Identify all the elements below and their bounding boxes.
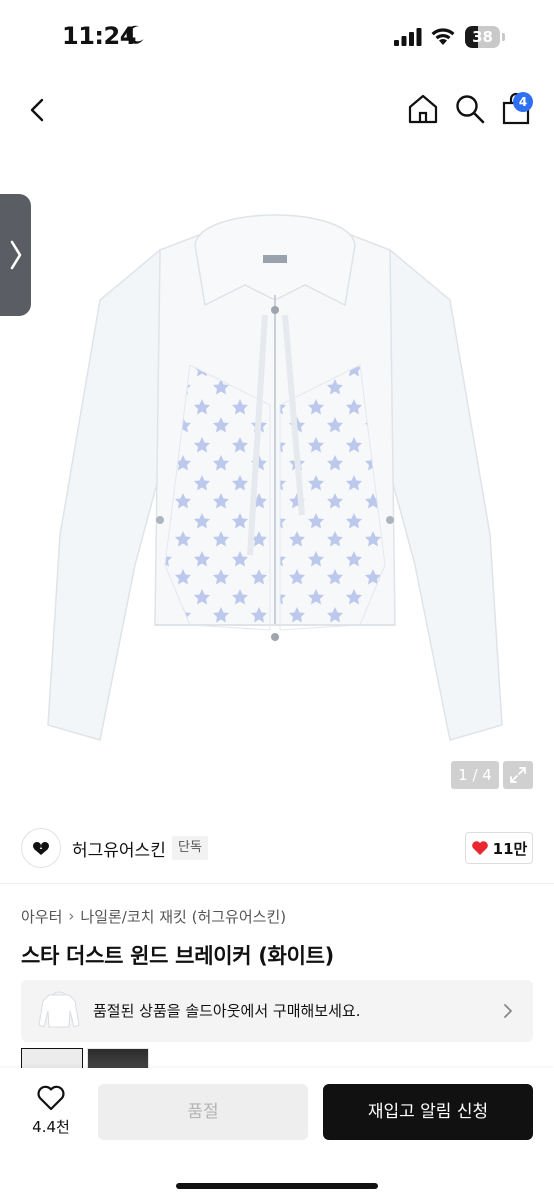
battery-level: 38 (472, 28, 493, 46)
color-option-black[interactable] (87, 1048, 149, 1068)
breadcrumb-separator: › (68, 907, 75, 925)
cart-count-badge: 4 (513, 92, 533, 112)
wishlist-count: 4.4천 (32, 1118, 70, 1136)
side-panel-toggle[interactable] (0, 194, 31, 316)
brand-row: 허그유어스킨 단독 11만 (0, 812, 554, 884)
expand-button[interactable] (503, 761, 533, 789)
soldout-banner-text: 품절된 상품을 솔드아웃에서 구매해보세요. (93, 1002, 361, 1020)
moon-icon (126, 25, 144, 44)
breadcrumb-item-category[interactable]: 아우터 (21, 906, 62, 927)
product-title: 스타 더스트 윈드 브레이커 (화이트) (21, 944, 334, 968)
top-nav (0, 78, 554, 142)
soldout-banner[interactable]: 품절된 상품을 솔드아웃에서 구매해보세요. (21, 980, 533, 1042)
restock-alert-button[interactable]: 재입고 알림 신청 (323, 1084, 533, 1140)
brand-logo-icon (33, 842, 49, 855)
soldout-buy-button[interactable]: 품절 (98, 1084, 308, 1140)
expand-icon (510, 767, 526, 783)
signal-icon (394, 28, 422, 46)
breadcrumb-item-subcategory[interactable]: 나일론/코치 재킷 (허그유어스킨) (80, 906, 286, 927)
bottom-action-bar: 4.4천 품절 재입고 알림 신청 (0, 1068, 554, 1200)
exclusive-badge: 단독 (172, 836, 208, 860)
battery-icon: 38 (465, 26, 505, 48)
product-image[interactable] (40, 205, 510, 765)
wishlist-button[interactable]: 4.4천 (18, 1084, 84, 1150)
heart-icon (471, 841, 488, 855)
search-icon[interactable] (453, 92, 487, 126)
breadcrumb: 아우터 › 나일론/코치 재킷 (허그유어스킨) (21, 905, 286, 927)
home-indicator (176, 1183, 378, 1189)
brand-like-count: 11만 (492, 839, 528, 858)
brand-name[interactable]: 허그유어스킨 (72, 836, 166, 861)
wifi-icon (431, 28, 455, 45)
image-counter: 1 / 4 (451, 761, 499, 789)
chevron-right-icon (504, 1004, 512, 1018)
status-bar: 11:24 38 (0, 0, 554, 78)
chevron-right-icon (10, 240, 21, 270)
back-icon[interactable] (22, 94, 54, 126)
home-icon[interactable] (406, 92, 440, 126)
soldout-product-thumbnail (38, 991, 80, 1028)
brand-like-button[interactable]: 11만 (465, 832, 533, 864)
color-option-white[interactable] (21, 1048, 83, 1068)
brand-logo[interactable] (21, 828, 61, 868)
heart-outline-icon (37, 1085, 65, 1111)
